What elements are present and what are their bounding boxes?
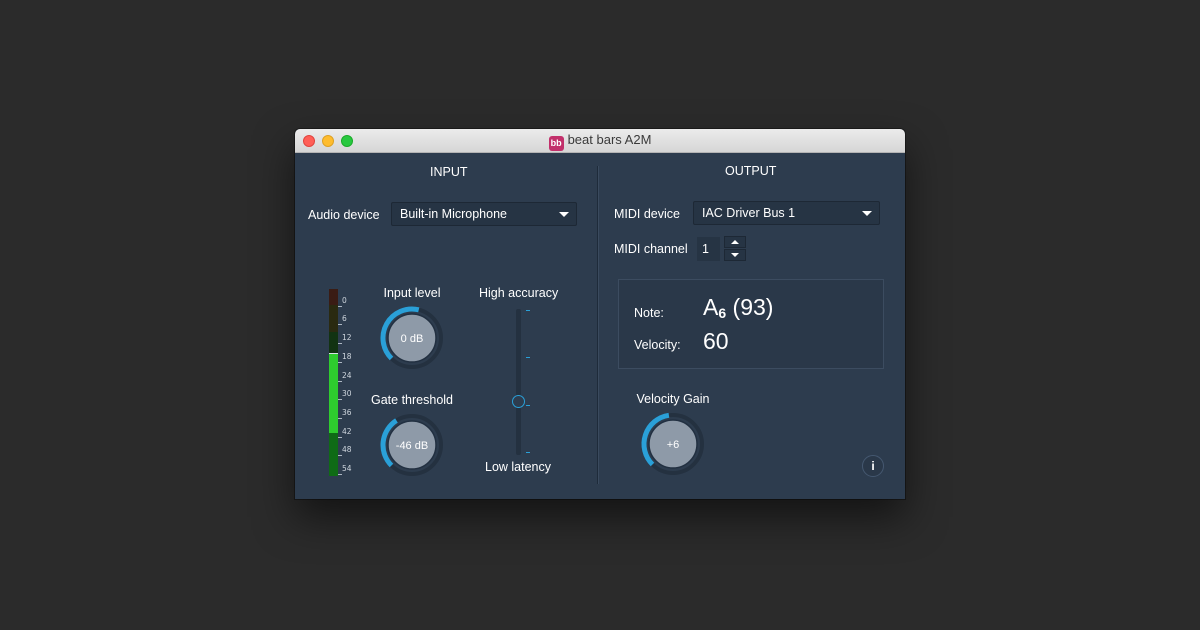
meter-tick-label: 18 (342, 352, 352, 361)
audio-device-value: Built-in Microphone (400, 207, 507, 221)
note-number: (93) (732, 294, 774, 320)
gate-threshold-label: Gate threshold (371, 393, 453, 407)
meter-scale-tick: 54 (338, 464, 352, 475)
latency-slider-thumb[interactable] (512, 395, 525, 408)
slider-tick (526, 405, 530, 406)
meter-tick-mark (338, 306, 342, 307)
meter-scale-tick: 0 (338, 296, 352, 307)
note-octave: 6 (718, 305, 727, 321)
channel-increment-button[interactable] (724, 236, 746, 248)
meter-segment-warn (329, 305, 338, 332)
meter-tick-label: 12 (342, 333, 352, 342)
input-level-meter (329, 289, 338, 476)
chevron-down-icon (731, 253, 739, 257)
input-level-label: Input level (383, 286, 441, 300)
meter-tick-mark (338, 399, 342, 400)
midi-device-dropdown[interactable]: IAC Driver Bus 1 (693, 201, 880, 225)
meter-scale-tick: 48 (338, 445, 352, 456)
chevron-down-icon (862, 211, 872, 216)
high-accuracy-label: High accuracy (479, 286, 559, 300)
output-heading: OUTPUT (725, 164, 777, 178)
meter-tick-label: 36 (342, 408, 352, 417)
app-logo-icon: bb (548, 136, 564, 151)
window-title: beat bars A2M (567, 132, 652, 147)
meter-segment-low (329, 433, 338, 476)
section-divider (597, 166, 599, 484)
audio-device-dropdown[interactable]: Built-in Microphone (391, 202, 577, 226)
meter-tick-label: 42 (342, 427, 352, 436)
title-bar[interactable]: bb beat bars A2M (295, 129, 905, 153)
meter-tick-label: 0 (342, 296, 347, 305)
velocity-gain-value: +6 (667, 439, 680, 451)
velocity-gain-label: Velocity Gain (636, 392, 710, 406)
note-label: Note: (634, 306, 664, 320)
midi-device-label: MIDI device (614, 207, 680, 221)
input-level-knob[interactable]: 0 dB (363, 304, 461, 372)
meter-tick-mark (338, 474, 342, 475)
meter-scale-tick: 6 (338, 314, 352, 325)
velocity-gain-knob[interactable]: +6 (624, 410, 722, 478)
note-name: A (703, 294, 719, 320)
input-heading: INPUT (430, 165, 468, 179)
meter-segment-clip (329, 289, 338, 305)
input-level-control: Input level 0 dB (363, 286, 461, 370)
meter-scale-tick: 30 (338, 389, 352, 400)
meter-tick-label: 6 (342, 314, 347, 323)
midi-channel-input[interactable]: 1 (697, 237, 720, 261)
info-button[interactable]: i (862, 455, 884, 477)
meter-scale-tick: 18 (338, 352, 352, 363)
note-value: A6 (93) (703, 294, 773, 321)
low-latency-label: Low latency (485, 460, 552, 474)
meter-tick-mark (338, 362, 342, 363)
chevron-up-icon (731, 240, 739, 244)
midi-channel-label: MIDI channel (614, 242, 688, 256)
meter-tick-mark (338, 437, 342, 438)
meter-scale: 0 6 12 18 24 30 36 42 48 54 (338, 289, 352, 476)
meter-tick-label: 48 (342, 445, 352, 454)
meter-tick-mark (338, 381, 342, 382)
meter-segment-active (329, 354, 338, 433)
meter-scale-tick: 12 (338, 333, 352, 344)
meter-tick-label: 30 (342, 389, 352, 398)
meter-peak-marker (329, 353, 338, 354)
app-window: bb beat bars A2M INPUT Audio device Built… (295, 129, 905, 499)
meter-tick-mark (338, 455, 342, 456)
meter-tick-label: 54 (342, 464, 352, 473)
slider-tick (526, 310, 530, 311)
velocity-gain-control: Velocity Gain +6 (624, 392, 722, 476)
velocity-value: 60 (703, 328, 729, 354)
meter-scale-tick: 42 (338, 427, 352, 438)
meter-scale-tick: 24 (338, 371, 352, 382)
velocity-label: Velocity: (634, 338, 681, 352)
slider-tick (526, 357, 530, 358)
gate-threshold-value: -46 dB (396, 440, 428, 452)
meter-tick-mark (338, 343, 342, 344)
meter-tick-label: 24 (342, 371, 352, 380)
latency-slider-track[interactable] (516, 309, 521, 455)
meter-tick-mark (338, 324, 342, 325)
gate-threshold-knob[interactable]: -46 dB (363, 411, 461, 479)
channel-decrement-button[interactable] (724, 249, 746, 261)
meter-scale-tick: 36 (338, 408, 352, 419)
slider-tick (526, 452, 530, 453)
note-display-panel: Note: A6 (93) Velocity: 60 (618, 279, 884, 369)
midi-channel-stepper (724, 236, 748, 262)
meter-tick-mark (338, 418, 342, 419)
gate-threshold-control: Gate threshold -46 dB (363, 393, 461, 477)
audio-device-label: Audio device (308, 208, 380, 222)
window-title-group: bb beat bars A2M (295, 132, 905, 151)
meter-segment-off (329, 332, 338, 354)
chevron-down-icon (559, 212, 569, 217)
midi-device-value: IAC Driver Bus 1 (702, 206, 796, 220)
input-level-value: 0 dB (401, 333, 424, 345)
